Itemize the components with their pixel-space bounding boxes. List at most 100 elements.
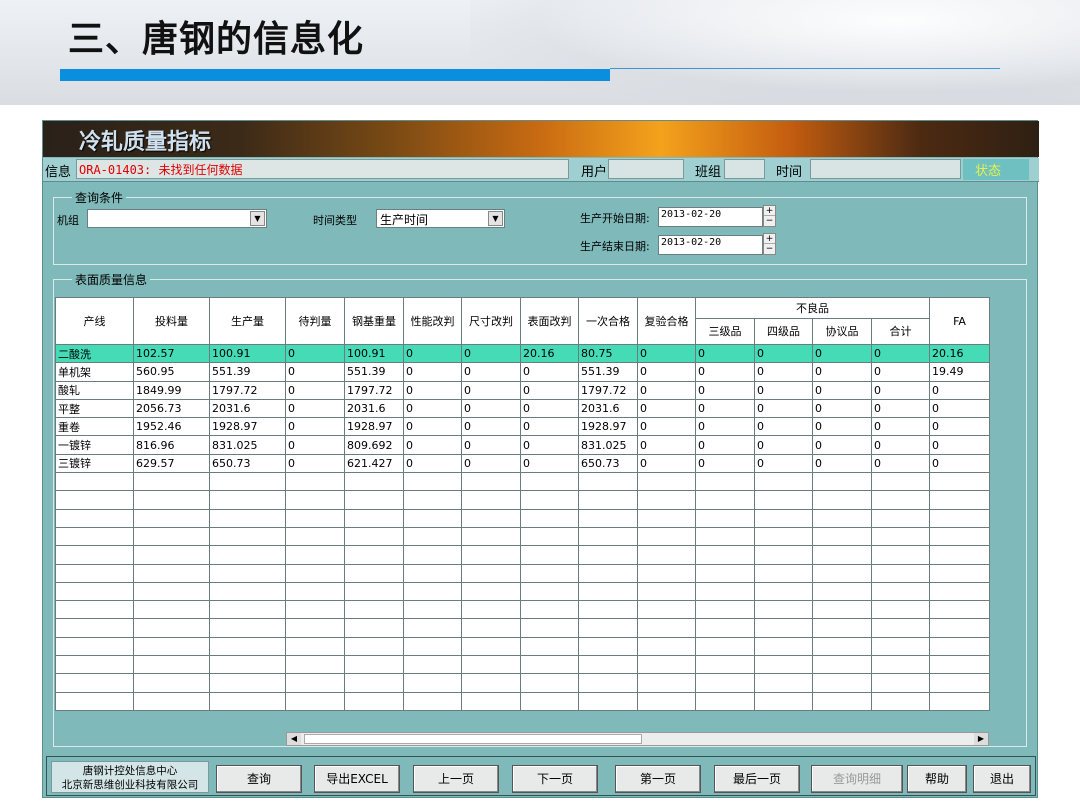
table-cell[interactable] [403,581,462,602]
table-cell[interactable] [578,636,638,657]
scroll-thumb[interactable] [304,734,642,744]
table-cell[interactable] [871,673,930,693]
table-cell[interactable] [812,526,872,547]
table-cell[interactable] [520,490,579,510]
table-cell[interactable] [754,563,813,583]
table-cell[interactable] [812,600,872,620]
table-cell[interactable] [695,636,755,657]
table-cell[interactable]: 0 [403,343,462,364]
table-row[interactable] [55,600,990,620]
table-cell[interactable] [133,526,210,547]
next-page-button[interactable]: 下一页 [512,765,598,793]
table-cell[interactable] [461,673,521,693]
table-cell[interactable] [344,636,404,657]
table-cell[interactable]: 0 [754,453,813,474]
table-cell[interactable] [754,526,813,547]
table-cell[interactable] [133,490,210,510]
table-cell[interactable] [695,673,755,693]
table-row[interactable]: 一镀锌 816.96 831.025 0 809.692 0 0 0 831.025 0 0 0 0 0 0 [55,435,990,455]
table-cell[interactable] [55,472,134,492]
table-cell[interactable] [812,655,872,675]
table-cell[interactable] [55,581,134,602]
query-detail-button[interactable]: 查询明细 [811,765,903,793]
table-cell[interactable]: 1797.72 [209,380,286,400]
table-cell[interactable] [578,655,638,675]
table-cell[interactable] [871,581,930,602]
table-cell[interactable] [812,472,872,492]
table-cell[interactable] [812,545,872,565]
table-cell[interactable] [520,472,579,492]
table-cell[interactable] [285,490,345,510]
table-cell[interactable] [754,618,813,638]
table-cell[interactable]: 0 [637,453,696,474]
table-row[interactable] [55,508,990,528]
table-cell[interactable]: 0 [285,435,345,455]
table-row[interactable] [55,526,990,547]
table-cell[interactable] [929,526,990,547]
table-cell[interactable] [209,600,286,620]
table-cell[interactable]: 2031.6 [578,398,638,419]
table-row[interactable] [55,490,990,510]
table-cell[interactable]: 0 [929,435,990,455]
chevron-down-icon[interactable]: ▼ [250,211,265,226]
table-cell[interactable]: 0 [812,380,872,400]
table-cell[interactable] [403,472,462,492]
table-cell[interactable] [403,545,462,565]
table-cell[interactable]: 1928.97 [344,417,404,437]
table-cell[interactable]: 0 [285,417,345,437]
table-cell[interactable] [929,691,990,711]
table-cell[interactable]: 0 [461,398,521,419]
scroll-left-icon[interactable]: ◀ [287,733,301,745]
table-cell[interactable] [929,673,990,693]
table-cell[interactable] [754,581,813,602]
table-cell[interactable]: 0 [929,380,990,400]
table-cell[interactable]: 0 [461,343,521,364]
table-cell[interactable]: 二酸洗 [55,343,134,364]
table-cell[interactable] [344,655,404,675]
table-cell[interactable] [209,545,286,565]
table-cell[interactable] [133,563,210,583]
table-cell[interactable]: 0 [929,398,990,419]
table-cell[interactable] [285,545,345,565]
table-row[interactable]: 酸轧 1849.99 1797.72 0 1797.72 0 0 0 1797.72 0 0 0 0 0 0 [55,380,990,400]
table-cell[interactable]: 621.427 [344,453,404,474]
table-cell[interactable]: 0 [403,453,462,474]
table-cell[interactable] [461,581,521,602]
table-cell[interactable] [285,526,345,547]
table-cell[interactable] [871,600,930,620]
table-cell[interactable] [578,618,638,638]
table-cell[interactable] [55,618,134,638]
table-row[interactable] [55,581,990,602]
table-cell[interactable] [285,508,345,528]
table-row[interactable]: 单机架 560.95 551.39 0 551.39 0 0 0 551.39 0 0 0 0 0 19.4… [55,362,990,382]
table-cell[interactable] [461,636,521,657]
table-cell[interactable]: 0 [695,380,755,400]
table-cell[interactable] [578,508,638,528]
table-cell[interactable] [55,655,134,675]
table-cell[interactable] [133,636,210,657]
table-cell[interactable] [209,526,286,547]
table-cell[interactable]: 2031.6 [344,398,404,419]
table-cell[interactable]: 0 [461,362,521,382]
table-cell[interactable]: 650.73 [578,453,638,474]
table-cell[interactable] [520,526,579,547]
spin-up-icon[interactable]: + [764,234,775,244]
table-cell[interactable]: 0 [812,398,872,419]
table-cell[interactable]: 0 [461,435,521,455]
table-cell[interactable] [209,691,286,711]
table-cell[interactable] [344,472,404,492]
table-cell[interactable] [929,618,990,638]
table-cell[interactable] [520,636,579,657]
table-cell[interactable] [871,655,930,675]
table-cell[interactable] [55,490,134,510]
table-cell[interactable] [637,526,696,547]
table-cell[interactable] [520,508,579,528]
table-cell[interactable] [209,581,286,602]
table-cell[interactable] [344,618,404,638]
table-row[interactable] [55,618,990,638]
table-cell[interactable] [695,563,755,583]
table-cell[interactable] [403,563,462,583]
table-cell[interactable]: 1797.72 [578,380,638,400]
table-cell[interactable] [133,600,210,620]
table-cell[interactable] [285,655,345,675]
